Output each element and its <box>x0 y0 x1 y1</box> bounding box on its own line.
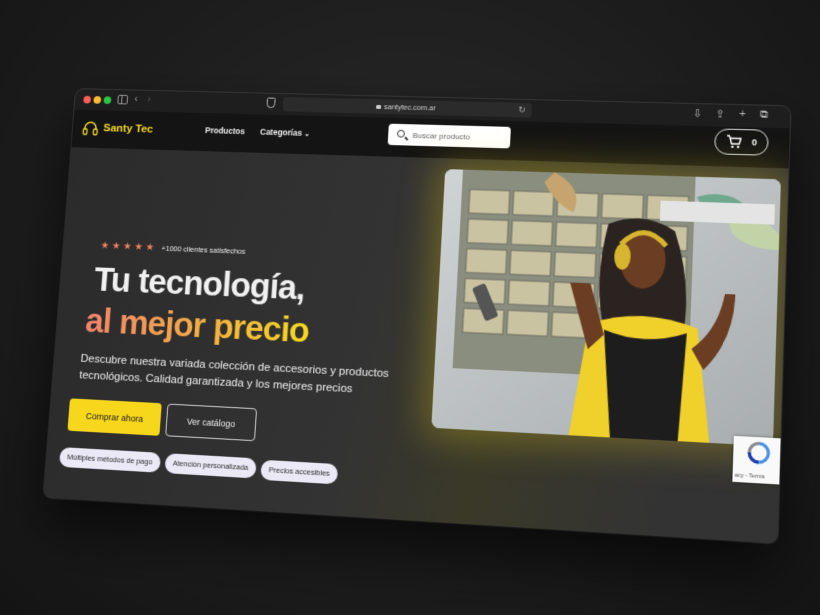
new-tab-icon[interactable]: + <box>739 108 746 120</box>
cart-icon <box>726 135 743 149</box>
cart-count: 0 <box>751 137 758 148</box>
url-text: santytec.com.ar <box>383 102 436 113</box>
chevron-down-icon: ⌄ <box>304 131 311 138</box>
search-icon <box>396 129 406 138</box>
lock-icon <box>376 105 382 109</box>
feature-badge: Atención personalizada <box>164 453 257 479</box>
back-icon[interactable]: ‹ <box>134 93 138 104</box>
rating: ★ ★ ★ ★ ★ +1000 clientes satisfechos <box>100 241 245 257</box>
buy-now-button[interactable]: Comprar ahora <box>67 398 162 436</box>
cart-button[interactable]: 0 <box>713 128 769 156</box>
headphones-icon <box>81 119 99 136</box>
recaptcha-terms-link[interactable]: acy - Terms <box>735 472 765 480</box>
search-input[interactable] <box>412 127 504 146</box>
feature-badge: Precios accesibles <box>260 459 339 485</box>
share-icon[interactable]: ⇪ <box>715 107 725 120</box>
brand-logo[interactable]: Santy Tec <box>81 119 153 138</box>
forward-icon[interactable]: › <box>147 94 151 105</box>
close-window-button[interactable] <box>83 95 92 104</box>
minimize-window-button[interactable] <box>93 96 102 104</box>
brand-name: Santy Tec <box>102 122 154 136</box>
hero-image <box>431 169 781 447</box>
star-icon: ★ <box>145 242 155 254</box>
nav-products[interactable]: Productos <box>205 125 245 136</box>
star-icon: ★ <box>133 241 144 253</box>
privacy-shield-icon[interactable] <box>266 97 276 109</box>
hero-title-line1: Tu tecnología, <box>92 260 306 308</box>
star-icon: ★ <box>122 241 132 253</box>
sidebar-icon[interactable] <box>117 94 129 105</box>
browser-window: ‹ › santytec.com.ar ↻ ⇩ ⇪ + ⧉ Santy Tec … <box>43 89 791 544</box>
rating-text: +1000 clientes satisfechos <box>161 243 246 256</box>
search-box[interactable] <box>387 123 511 149</box>
zoom-window-button[interactable] <box>103 96 112 105</box>
tab-overview-icon[interactable]: ⧉ <box>760 109 769 122</box>
hero-title-line2: al mejor precio <box>84 301 311 351</box>
recaptcha-badge[interactable]: acy - Terms <box>732 435 781 485</box>
recaptcha-icon <box>744 441 775 466</box>
feature-badge: Múltiples métodos de pago <box>58 447 161 473</box>
star-icon: ★ <box>111 241 121 252</box>
nav-categories-label: Categorías <box>259 126 303 138</box>
view-catalog-button[interactable]: Ver catálogo <box>165 403 258 442</box>
reload-icon[interactable]: ↻ <box>518 103 526 118</box>
hero-description: Descubre nuestra variada colección de ac… <box>78 352 390 396</box>
nav-categories[interactable]: Categorías ⌄ <box>260 127 311 138</box>
star-icon: ★ <box>100 240 110 252</box>
address-bar[interactable]: santytec.com.ar ↻ <box>282 96 533 118</box>
download-icon[interactable]: ⇩ <box>693 107 703 120</box>
